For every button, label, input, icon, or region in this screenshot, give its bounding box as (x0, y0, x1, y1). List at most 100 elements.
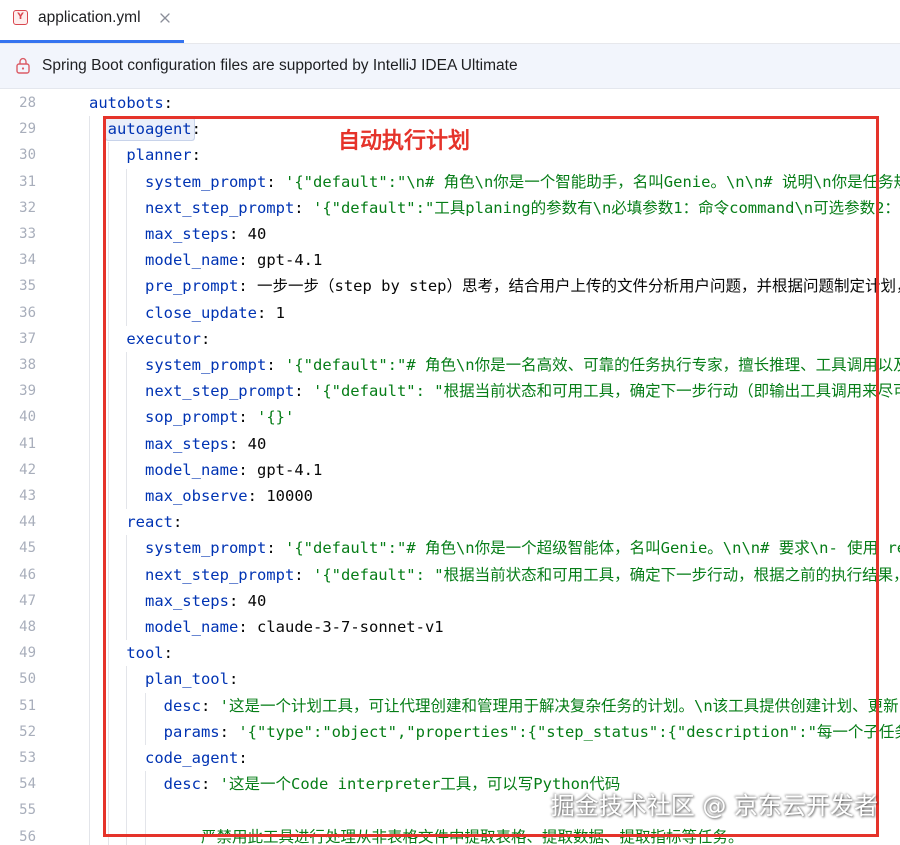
code-text: model_name: gpt-4.1 (89, 247, 322, 273)
code-text: max_steps: 40 (89, 431, 266, 457)
line-number: 48 (19, 619, 36, 635)
code-line-56[interactable]: 56 严禁用此工具进行处理从非表格文件中提取表格、提取数据、提取指标等任务。 (0, 824, 900, 845)
yaml-key: model_name (144, 251, 239, 270)
editor-tab-bar: Y application.yml (0, 0, 900, 44)
line-number: 50 (19, 671, 36, 688)
key-separator: : (191, 120, 201, 139)
code-text: plan_tool: (89, 666, 238, 692)
code-line-36[interactable]: 36 close_update: 1 (0, 300, 900, 326)
key-separator: : (219, 722, 229, 741)
code-editor[interactable]: 28 autobots: 29 autoagent: 30 planner: 31 syste… (0, 90, 900, 845)
code-line-48[interactable]: 48 model_name: claude-3-7-sonnet-v1 (0, 614, 900, 640)
line-number: 29 (19, 121, 36, 138)
key-separator: : (200, 775, 211, 794)
code-line-44[interactable]: 44 react: (0, 509, 900, 535)
code-text: params: '{"type":"object","properties":{… (89, 719, 900, 745)
key-separator: : (247, 487, 257, 505)
code-line-43[interactable]: 43 max_observe: 10000 (0, 483, 900, 509)
key-separator: : (266, 172, 276, 191)
yaml-string-value: '{"default":"工具planing的参数有\n必填参数1：命令comm… (312, 198, 900, 217)
yaml-file-icon-letter: Y (17, 12, 24, 22)
yaml-key: system_prompt (144, 172, 267, 191)
code-line-28[interactable]: 28 autobots: (0, 90, 900, 116)
code-line-42[interactable]: 42 model_name: gpt-4.1 (0, 457, 900, 483)
code-text: executor: (89, 326, 210, 352)
line-number: 38 (19, 357, 36, 373)
line-number: 33 (19, 226, 36, 242)
code-line-40[interactable]: 40 sop_prompt: '{}' (0, 404, 900, 430)
yaml-key: system_prompt (144, 539, 267, 558)
line-number: 49 (19, 645, 36, 662)
code-line-32[interactable]: 32 next_step_prompt: '{"default":"工具plani… (0, 195, 900, 221)
tab-application-yml[interactable]: Y application.yml (0, 0, 184, 43)
code-lines[interactable]: 28 autobots: 29 autoagent: 30 planner: 31 syste… (0, 90, 900, 845)
watermark: 掘金技术社区 @ 京东云开发者 (550, 792, 878, 820)
key-separator: : (238, 460, 248, 479)
yaml-key: pre_prompt (144, 277, 239, 296)
code-line-31[interactable]: 31 system_prompt: '{"default":"\n# 角色\n你是… (0, 169, 900, 195)
yaml-key: tool (126, 644, 164, 663)
key-separator: : (200, 329, 211, 348)
code-line-53[interactable]: 53 code_agent: (0, 745, 900, 771)
yaml-string-value: '{"type":"object","properties":{"step_st… (238, 722, 900, 741)
line-number: 55 (19, 802, 36, 819)
yaml-key: model_name (144, 618, 239, 636)
code-text: planner: (89, 142, 201, 168)
code-line-38[interactable]: 38 system_prompt: '{"default":"# 角色\n你是一名… (0, 352, 900, 378)
key-separator: : (238, 277, 248, 296)
yaml-key: model_name (144, 460, 239, 479)
yaml-scalar-value: 40 (247, 225, 267, 243)
key-separator: : (163, 94, 173, 112)
code-text: 严禁用此工具进行处理从非表格文件中提取表格、提取数据、提取指标等任务。 (89, 824, 744, 845)
line-number: 37 (19, 330, 36, 347)
code-line-39[interactable]: 39 next_step_prompt: '{"default": "根据当前状态… (0, 378, 900, 404)
key-separator: : (238, 408, 248, 427)
yaml-scalar-value: 40 (247, 434, 267, 453)
code-line-49[interactable]: 49 tool: (0, 640, 900, 666)
yaml-key: executor (126, 329, 201, 348)
yaml-key: max_observe (144, 487, 248, 505)
close-icon[interactable] (160, 13, 170, 23)
code-line-50[interactable]: 50 plan_tool: (0, 666, 900, 692)
yaml-scalar-value: 1 (275, 303, 285, 322)
yaml-scalar-value: 10000 (266, 487, 313, 505)
key-separator: : (238, 251, 248, 270)
code-line-45[interactable]: 45 system_prompt: '{"default":"# 角色\n你是一个… (0, 535, 900, 561)
code-text: tool: (89, 640, 173, 666)
key-separator: : (228, 434, 239, 453)
yaml-key: close_update (144, 303, 257, 322)
code-line-37[interactable]: 37 executor: (0, 326, 900, 352)
code-line-33[interactable]: 33 max_steps: 40 (0, 221, 900, 247)
line-number: 45 (19, 540, 36, 557)
yaml-key: sop_prompt (144, 408, 239, 427)
code-text: next_step_prompt: '{"default": "根据当前状态和可… (89, 378, 900, 404)
line-number: 46 (19, 566, 36, 583)
line-number: 56 (19, 828, 36, 845)
line-number: 44 (19, 514, 36, 531)
code-line-51[interactable]: 51 desc: '这是一个计划工具，可让代理创建和管理用于解决复杂任务的计划。\… (0, 693, 900, 719)
code-line-52[interactable]: 52 params: '{"type":"object","properties"… (0, 719, 900, 745)
code-line-46[interactable]: 46 next_step_prompt: '{"default": "根据当前状态… (0, 562, 900, 588)
code-line-41[interactable]: 41 max_steps: 40 (0, 431, 900, 457)
code-text: autobots: (89, 90, 173, 116)
yaml-string-value: '{"default":"\n# 角色\n你是一个智能助手，名叫Genie。\n… (285, 172, 900, 191)
key-separator: : (228, 591, 239, 610)
key-separator: : (228, 225, 239, 243)
key-separator: : (294, 382, 304, 401)
line-number: 36 (19, 304, 36, 321)
code-line-34[interactable]: 34 model_name: gpt-4.1 (0, 247, 900, 273)
yaml-key: next_step_prompt (144, 198, 295, 217)
active-tab-indicator (0, 40, 184, 43)
line-number: 40 (19, 409, 36, 426)
line-number: 30 (19, 147, 36, 164)
code-text: react: (89, 509, 182, 535)
yaml-scalar-value: 40 (247, 591, 267, 610)
code-text: pre_prompt: 一步一步（step by step）思考，结合用户上传的… (89, 273, 900, 299)
key-separator: : (200, 696, 211, 715)
code-line-35[interactable]: 35 pre_prompt: 一步一步（step by step）思考，结合用户上… (0, 273, 900, 299)
line-number: 53 (19, 750, 36, 766)
yaml-key: next_step_prompt (144, 565, 295, 584)
key-separator: : (256, 303, 267, 322)
code-line-47[interactable]: 47 max_steps: 40 (0, 588, 900, 614)
code-text: system_prompt: '{"default":"# 角色\n你是一个超级… (89, 535, 900, 561)
